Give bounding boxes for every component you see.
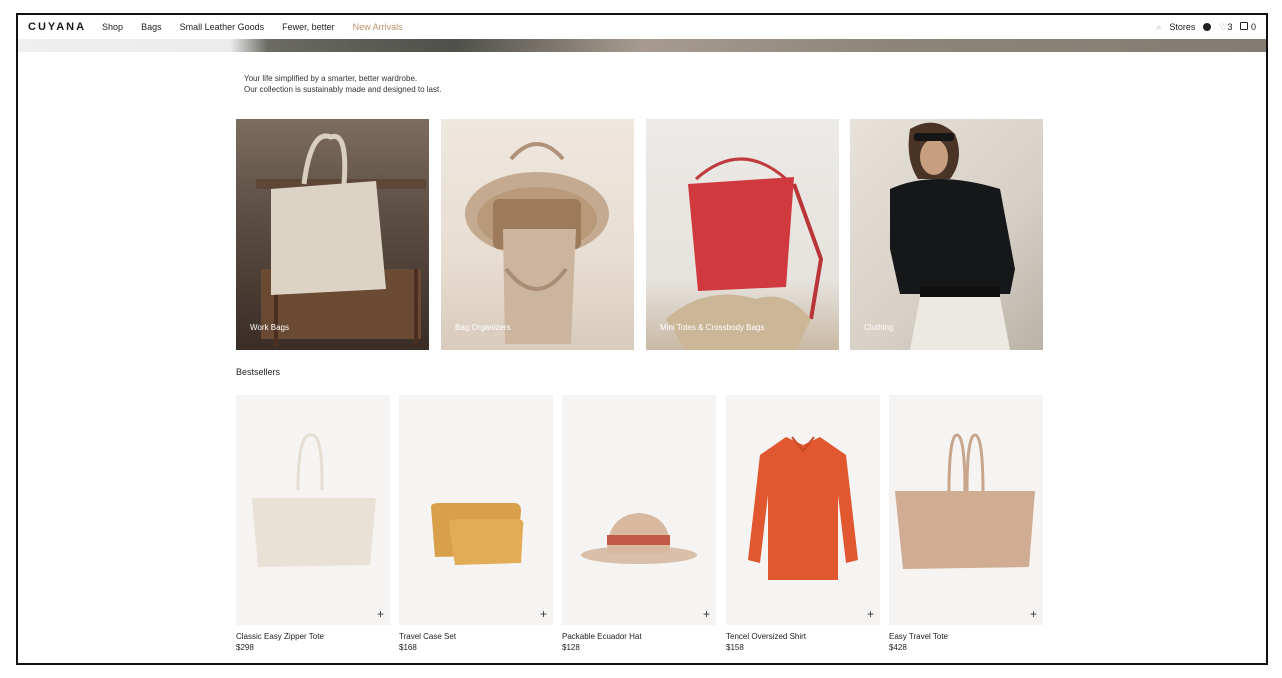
wishlist-button[interactable]: ♡3 bbox=[1219, 22, 1232, 33]
product-price: $168 bbox=[399, 643, 417, 652]
nav-small-leather-goods[interactable]: Small Leather Goods bbox=[180, 22, 265, 32]
clothing-image bbox=[890, 122, 1015, 350]
product-name: Travel Case Set bbox=[399, 632, 457, 641]
category-label: Clothing bbox=[864, 323, 894, 332]
product-image[interactable]: + bbox=[236, 395, 390, 625]
nav-bags[interactable]: Bags bbox=[141, 22, 162, 32]
product-price: $298 bbox=[236, 643, 254, 652]
bag-organizer-image bbox=[465, 142, 609, 344]
product-image[interactable]: + bbox=[726, 395, 880, 625]
work-bag-image bbox=[256, 133, 426, 347]
search-icon[interactable]: ⌕ bbox=[1156, 22, 1161, 33]
product-name: Packable Ecuador Hat bbox=[562, 632, 642, 641]
product-price: $128 bbox=[562, 643, 580, 652]
nav-utilities: ⌕ Stores ♡3 0 bbox=[1156, 22, 1256, 33]
logo[interactable]: CUYANA bbox=[28, 21, 86, 33]
zipper-tote-image bbox=[252, 433, 376, 567]
add-to-cart-button[interactable]: + bbox=[867, 607, 874, 621]
hat-image bbox=[581, 513, 697, 564]
bag-icon bbox=[1240, 22, 1249, 30]
product-name: Classic Easy Zipper Tote bbox=[236, 632, 324, 641]
product-name: Tencel Oversized Shirt bbox=[726, 632, 807, 641]
cart-button[interactable]: 0 bbox=[1240, 22, 1256, 32]
nav-new-arrivals[interactable]: New Arrivals bbox=[353, 22, 403, 32]
add-to-cart-button[interactable]: + bbox=[1030, 607, 1037, 621]
page-frame: CUYANA Shop Bags Small Leather Goods Few… bbox=[16, 13, 1268, 665]
category-label: Bag Organizers bbox=[455, 323, 511, 332]
product-image[interactable]: + bbox=[889, 395, 1043, 625]
travel-case-image bbox=[431, 503, 524, 565]
travel-tote-image bbox=[895, 433, 1035, 569]
category-tile-clothing[interactable]: Clothing bbox=[850, 119, 1043, 350]
product-name: Easy Travel Tote bbox=[889, 632, 948, 641]
hero-image bbox=[18, 39, 1266, 52]
category-tile-bag-organizers[interactable]: Bag Organizers bbox=[441, 119, 634, 350]
category-tile-work-bags[interactable]: Work Bags bbox=[236, 119, 429, 350]
product-image[interactable]: + bbox=[562, 395, 716, 625]
nav-fewer-better[interactable]: Fewer, better bbox=[282, 22, 335, 32]
shirt-image bbox=[748, 436, 858, 580]
nav-shop[interactable]: Shop bbox=[102, 22, 123, 32]
stores-link[interactable]: Stores bbox=[1169, 22, 1195, 32]
mini-tote-image bbox=[666, 157, 824, 350]
product-image[interactable]: + bbox=[399, 395, 553, 625]
intro-text: Your life simplified by a smarter, bette… bbox=[244, 73, 441, 95]
category-label: Work Bags bbox=[250, 323, 289, 332]
add-to-cart-button[interactable]: + bbox=[377, 607, 384, 621]
product-card[interactable]: + Easy Travel Tote $428 bbox=[889, 395, 1043, 652]
bestsellers-title: Bestsellers bbox=[236, 367, 281, 377]
account-icon[interactable] bbox=[1203, 23, 1212, 31]
product-price: $428 bbox=[889, 643, 907, 652]
intro-line-2: Our collection is sustainably made and d… bbox=[244, 85, 442, 94]
add-to-cart-button[interactable]: + bbox=[540, 607, 547, 621]
top-nav: CUYANA Shop Bags Small Leather Goods Few… bbox=[18, 15, 1266, 39]
cart-count: 0 bbox=[1250, 22, 1256, 32]
wishlist-count: 3 bbox=[1227, 21, 1233, 32]
product-card[interactable]: + Packable Ecuador Hat $128 bbox=[562, 395, 716, 652]
product-price: $158 bbox=[726, 643, 744, 652]
product-card[interactable]: + Tencel Oversized Shirt $158 bbox=[726, 395, 880, 652]
product-card[interactable]: + Classic Easy Zipper Tote $298 bbox=[236, 395, 390, 652]
add-to-cart-button[interactable]: + bbox=[703, 607, 710, 621]
category-label: Mini Totes & Crossbody Bags bbox=[660, 323, 765, 332]
product-card[interactable]: + Travel Case Set $168 bbox=[399, 395, 553, 652]
category-tile-mini-totes[interactable]: Mini Totes & Crossbody Bags bbox=[646, 119, 839, 350]
intro-line-1: Your life simplified by a smarter, bette… bbox=[244, 74, 418, 83]
